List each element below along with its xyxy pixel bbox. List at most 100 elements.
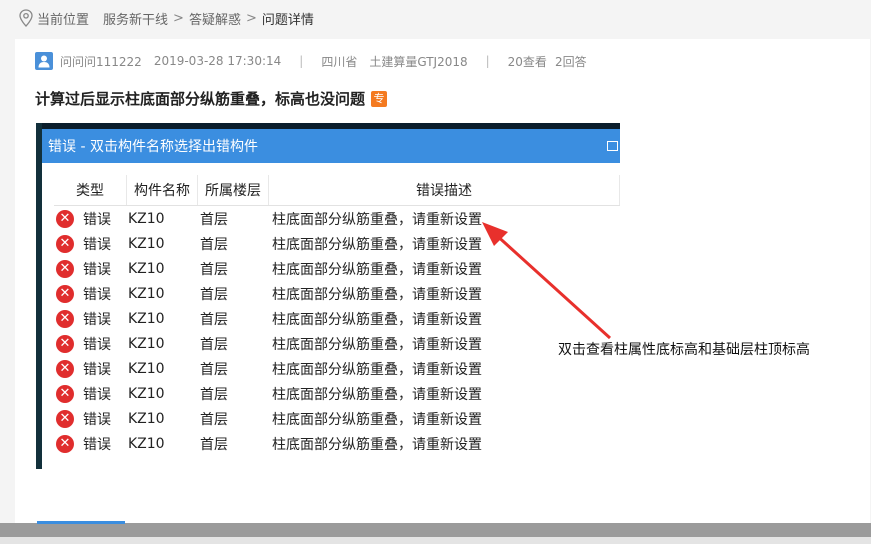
breadcrumb-separator: > [173, 10, 184, 26]
row-type-cell: ✕ 错误 [54, 384, 126, 404]
breadcrumb-item-service[interactable]: 服务新干线 [103, 9, 168, 28]
row-type: 错误 [83, 261, 111, 278]
annotation-text: 双击查看柱属性底标高和基础层柱顶标高 [558, 342, 810, 358]
answer-tab-indicator[interactable] [37, 521, 125, 524]
row-component-name[interactable]: KZ10 [126, 436, 198, 452]
table-row[interactable]: ✕ 错误 KZ10 首层 柱底面部分纵筋重叠，请重新设置 [54, 381, 620, 406]
table-row[interactable]: ✕ 错误 KZ10 首层 柱底面部分纵筋重叠，请重新设置 [54, 406, 620, 431]
column-header-description: 错误描述 [269, 175, 620, 205]
user-avatar-icon [38, 55, 50, 68]
error-table: 类型 构件名称 所属楼层 错误描述 ✕ 错误 KZ10 首层 柱底面部分纵筋重叠，请重新… [54, 175, 620, 456]
table-row[interactable]: ✕ 错误 KZ10 首层 柱底面部分纵筋重叠，请重新设置 [54, 431, 620, 456]
error-window-body: 类型 构件名称 所属楼层 错误描述 ✕ 错误 KZ10 首层 柱底面部分纵筋重叠，请重新… [42, 163, 620, 469]
question-meta: 问问问111222 2019-03-28 17:30:14 | 四川省 土建算量… [35, 51, 587, 71]
row-type: 错误 [83, 436, 111, 453]
question-title: 计算过后显示柱底面部分纵筋重叠，标高也没问题 专 [35, 88, 388, 109]
error-x-icon: ✕ [56, 409, 74, 428]
expert-tag-badge: 专 [371, 90, 388, 107]
row-type: 错误 [83, 361, 111, 378]
table-row[interactable]: ✕ 错误 KZ10 首层 柱底面部分纵筋重叠，请重新设置 [54, 356, 620, 381]
column-header-name: 构件名称 [127, 175, 198, 205]
row-description: 柱底面部分纵筋重叠，请重新设置 [272, 311, 482, 328]
row-description: 柱底面部分纵筋重叠，请重新设置 [272, 386, 482, 403]
row-component-name[interactable]: KZ10 [126, 336, 198, 352]
row-component-name[interactable]: KZ10 [126, 211, 198, 227]
row-description: 柱底面部分纵筋重叠，请重新设置 [272, 236, 482, 253]
attached-screenshot: 错误 - 双击构件名称选择出错构件 类型 构件名称 所属楼层 错误描述 ✕ 错误 K… [36, 123, 620, 469]
row-floor: 首层 [200, 436, 228, 453]
question-card: 问问问111222 2019-03-28 17:30:14 | 四川省 土建算量… [15, 39, 870, 523]
row-type-cell: ✕ 错误 [54, 334, 126, 354]
row-component-name[interactable]: KZ10 [126, 286, 198, 302]
row-type-cell: ✕ 错误 [54, 409, 126, 429]
row-component-name[interactable]: KZ10 [126, 261, 198, 277]
error-x-icon: ✕ [56, 284, 74, 303]
row-type: 错误 [83, 286, 111, 303]
table-row[interactable]: ✕ 错误 KZ10 首层 柱底面部分纵筋重叠，请重新设置 [54, 306, 620, 331]
breadcrumb: 当前位置 服务新干线 > 答疑解惑 > 问题详情 [18, 8, 314, 28]
column-header-floor: 所属楼层 [198, 175, 269, 205]
row-type-cell: ✕ 错误 [54, 259, 126, 279]
table-row[interactable]: ✕ 错误 KZ10 首层 柱底面部分纵筋重叠，请重新设置 [54, 231, 620, 256]
error-window-title: 错误 - 双击构件名称选择出错构件 [48, 139, 258, 155]
error-x-icon: ✕ [56, 359, 74, 378]
row-type: 错误 [83, 236, 111, 253]
error-x-icon: ✕ [56, 259, 74, 278]
row-type: 错误 [83, 211, 111, 228]
error-x-icon: ✕ [56, 309, 74, 328]
row-description: 柱底面部分纵筋重叠，请重新设置 [272, 361, 482, 378]
question-region: 四川省 [321, 54, 358, 69]
question-answers: 2回答 [554, 54, 587, 69]
row-type-cell: ✕ 错误 [54, 359, 126, 379]
table-row[interactable]: ✕ 错误 KZ10 首层 柱底面部分纵筋重叠，请重新设置 [54, 331, 620, 356]
error-window-titlebar: 错误 - 双击构件名称选择出错构件 [42, 129, 620, 163]
row-type: 错误 [83, 311, 111, 328]
question-software: 土建算量GTJ2018 [369, 54, 468, 69]
breadcrumb-item-qa[interactable]: 答疑解惑 [189, 9, 241, 28]
table-row[interactable]: ✕ 错误 KZ10 首层 柱底面部分纵筋重叠，请重新设置 [54, 256, 620, 281]
row-type: 错误 [83, 411, 111, 428]
row-floor: 首层 [200, 361, 228, 378]
error-table-header: 类型 构件名称 所属楼层 错误描述 [54, 175, 620, 206]
breadcrumb-item-current: 问题详情 [261, 12, 314, 28]
scrollbar-track[interactable] [0, 523, 871, 537]
row-type-cell: ✕ 错误 [54, 209, 126, 229]
row-type-cell: ✕ 错误 [54, 309, 126, 329]
row-floor: 首层 [200, 411, 228, 428]
row-component-name[interactable]: KZ10 [126, 386, 198, 402]
row-floor: 首层 [200, 286, 228, 303]
row-description: 柱底面部分纵筋重叠，请重新设置 [272, 436, 482, 453]
row-floor: 首层 [200, 386, 228, 403]
maximize-icon [607, 141, 618, 151]
horizontal-scrollbar[interactable] [0, 523, 871, 544]
row-type-cell: ✕ 错误 [54, 284, 126, 304]
error-x-icon: ✕ [56, 434, 74, 453]
row-component-name[interactable]: KZ10 [126, 361, 198, 377]
row-component-name[interactable]: KZ10 [126, 311, 198, 327]
question-views: 20查看 [507, 54, 547, 69]
row-type: 错误 [83, 336, 111, 353]
table-row[interactable]: ✕ 错误 KZ10 首层 柱底面部分纵筋重叠，请重新设置 [54, 206, 620, 231]
row-description: 柱底面部分纵筋重叠，请重新设置 [272, 286, 482, 303]
error-x-icon: ✕ [56, 384, 74, 403]
row-component-name[interactable]: KZ10 [126, 411, 198, 427]
row-type-cell: ✕ 错误 [54, 234, 126, 254]
row-description: 柱底面部分纵筋重叠，请重新设置 [272, 261, 482, 278]
error-x-icon: ✕ [56, 334, 74, 353]
row-component-name[interactable]: KZ10 [126, 236, 198, 252]
row-floor: 首层 [200, 211, 228, 228]
avatar[interactable] [35, 52, 53, 70]
row-description: 柱底面部分纵筋重叠，请重新设置 [272, 411, 482, 428]
row-type-cell: ✕ 错误 [54, 434, 126, 454]
error-table-rows: ✕ 错误 KZ10 首层 柱底面部分纵筋重叠，请重新设置 ✕ 错误 KZ10 首层 柱底面部分纵筋… [54, 206, 620, 456]
question-author[interactable]: 问问问111222 [60, 53, 142, 70]
location-pin-icon [19, 9, 33, 27]
row-floor: 首层 [200, 336, 228, 353]
error-x-icon: ✕ [56, 209, 74, 228]
table-row[interactable]: ✕ 错误 KZ10 首层 柱底面部分纵筋重叠，请重新设置 [54, 281, 620, 306]
question-datetime: 2019-03-28 17:30:14 [153, 54, 282, 68]
row-floor: 首层 [200, 236, 228, 253]
row-description: 柱底面部分纵筋重叠，请重新设置 [272, 211, 482, 228]
breadcrumb-location-label: 当前位置 [37, 12, 90, 28]
column-header-type: 类型 [54, 175, 127, 205]
